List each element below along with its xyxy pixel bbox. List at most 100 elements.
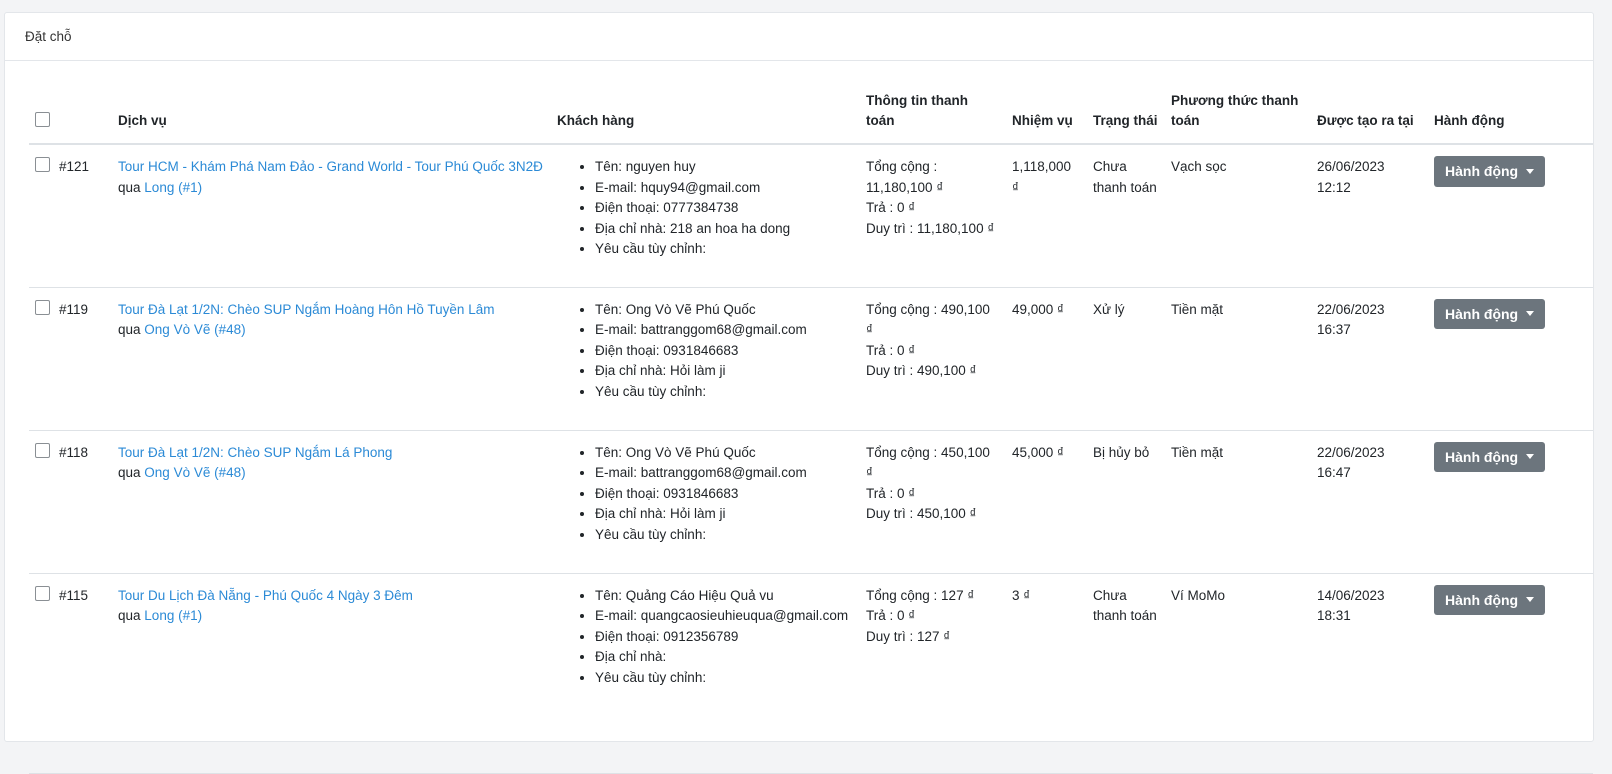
commission-value: 45,000 ₫ — [1006, 430, 1087, 574]
payment-total: Tổng cộng : 450,100 ₫ — [866, 444, 990, 481]
customer-name: Tên: Ong Vò Vẽ Phú Quốc — [595, 443, 854, 464]
via-prefix: qua — [118, 608, 141, 623]
service-link[interactable]: Tour Đà Lạt 1/2N: Chèo SUP Ngắm Lá Phong — [118, 445, 392, 460]
caret-down-icon — [1526, 597, 1535, 603]
col-customer: Khách hàng — [551, 85, 860, 145]
created-date: 22/06/2023 — [1317, 301, 1385, 317]
payment-paid: Trả : 0 ₫ — [866, 200, 916, 215]
row-checkbox[interactable] — [35, 442, 50, 458]
created-time: 16:37 — [1317, 322, 1351, 337]
created-date: 26/06/2023 — [1317, 159, 1385, 174]
commission-value: 1,118,000 ₫ — [1006, 144, 1087, 288]
bookings-table: Dịch vụ Khách hàng Thông tin thanh toán … — [29, 85, 1593, 774]
col-action: Hành động — [1428, 85, 1593, 145]
action-dropdown-button[interactable]: Hành động — [1434, 584, 1546, 615]
card-title: Đặt chỗ — [5, 13, 1593, 61]
action-dropdown-button[interactable]: Hành động — [1434, 298, 1546, 329]
customer-address: Địa chỉ nhà: Hỏi làm ji — [595, 504, 854, 525]
booking-id: #115 — [59, 587, 89, 603]
row-checkbox[interactable] — [35, 299, 50, 315]
row-checkbox[interactable] — [35, 585, 50, 601]
payment-total: Tổng cộng : 127 ₫ — [866, 587, 975, 603]
customer-custom-request: Yêu cầu tùy chỉnh: — [595, 525, 854, 546]
caret-down-icon — [1526, 168, 1535, 174]
customer-info-list: Tên: nguyen huy E-mail: hquy94@gmail.com… — [557, 157, 854, 260]
action-button-label: Hành động — [1445, 163, 1519, 179]
row-checkbox[interactable] — [35, 157, 50, 172]
table-row: #118 Tour Đà Lạt 1/2N: Chèo SUP Ngắm Lá … — [29, 430, 1593, 574]
customer-name: Tên: Ong Vò Vẽ Phú Quốc — [595, 300, 854, 321]
service-link[interactable]: Tour HCM - Khám Phá Nam Đảo - Grand Worl… — [118, 159, 543, 174]
customer-address: Địa chỉ nhà: 218 an hoa ha dong — [595, 219, 854, 240]
status-value: Chưa thanh toán — [1087, 573, 1165, 774]
customer-email: E-mail: hquy94@gmail.com — [595, 178, 854, 199]
customer-info-list: Tên: Ong Vò Vẽ Phú Quốc E-mail: battrang… — [557, 300, 854, 403]
payment-paid: Trả : 0 ₫ — [866, 342, 916, 358]
customer-address: Địa chỉ nhà: Hỏi làm ji — [595, 361, 854, 382]
vendor-link[interactable]: Ong Vò Vẽ (#48) — [144, 322, 245, 337]
bookings-card: Đặt chỗ Dịch vụ Khách hàng Thông tin tha… — [4, 12, 1594, 774]
payment-method-value: Tiền mặt — [1165, 430, 1311, 574]
payment-paid: Trả : 0 ₫ — [866, 485, 916, 501]
service-link[interactable]: Tour Đà Lạt 1/2N: Chèo SUP Ngắm Hoàng Hô… — [118, 302, 494, 317]
action-dropdown-button[interactable]: Hành động — [1434, 156, 1546, 187]
customer-custom-request: Yêu cầu tùy chỉnh: — [595, 668, 854, 689]
created-date: 14/06/2023 — [1317, 587, 1385, 603]
select-all-checkbox[interactable] — [35, 112, 50, 127]
status-value: Xử lý — [1087, 287, 1165, 431]
col-status: Trạng thái — [1087, 85, 1165, 145]
customer-name: Tên: nguyen huy — [595, 157, 854, 178]
table-row: #115 Tour Du Lịch Đà Nẵng - Phú Quốc 4 N… — [29, 573, 1593, 774]
table-row: #121 Tour HCM - Khám Phá Nam Đảo - Grand… — [29, 144, 1593, 288]
payment-method-value: Tiền mặt — [1165, 287, 1311, 431]
payment-total: Tổng cộng : 11,180,100 ₫ — [866, 159, 944, 195]
created-time: 18:31 — [1317, 608, 1351, 623]
customer-info-list: Tên: Quảng Cáo Hiệu Quả vu E-mail: quang… — [557, 586, 854, 689]
payment-remain: Duy trì : 11,180,100 ₫ — [866, 220, 995, 236]
action-dropdown-button[interactable]: Hành động — [1434, 441, 1546, 472]
customer-name: Tên: Quảng Cáo Hiệu Quả vu — [595, 586, 854, 607]
table-header-row: Dịch vụ Khách hàng Thông tin thanh toán … — [29, 85, 1593, 145]
vendor-link[interactable]: Ong Vò Vẽ (#48) — [144, 465, 245, 480]
payment-method-value: Ví MoMo — [1165, 573, 1311, 774]
action-button-label: Hành động — [1445, 305, 1519, 322]
select-all-cell — [29, 85, 112, 145]
payment-method-value: Vạch sọc — [1165, 144, 1311, 288]
payment-remain: Duy trì : 127 ₫ — [866, 628, 951, 644]
action-button-label: Hành động — [1445, 591, 1519, 608]
caret-down-icon — [1526, 454, 1535, 460]
booking-id: #118 — [59, 444, 89, 460]
col-service: Dịch vụ — [112, 85, 551, 145]
created-time: 16:47 — [1317, 465, 1351, 480]
col-commission: Nhiệm vụ — [1006, 85, 1087, 145]
booking-id: #121 — [59, 159, 90, 174]
commission-value: 3 ₫ — [1006, 573, 1087, 774]
via-prefix: qua — [118, 322, 141, 337]
customer-email: E-mail: battranggom68@gmail.com — [595, 320, 854, 341]
booking-id: #119 — [59, 301, 89, 317]
created-time: 12:12 — [1317, 179, 1351, 195]
customer-custom-request: Yêu cầu tùy chỉnh: — [595, 239, 854, 260]
via-prefix: qua — [118, 465, 141, 480]
customer-phone: Điện thoại: 0931846683 — [595, 341, 854, 362]
commission-value: 49,000 ₫ — [1006, 287, 1087, 431]
customer-email: E-mail: battranggom68@gmail.com — [595, 463, 854, 484]
col-payment-info: Thông tin thanh toán — [860, 85, 1006, 145]
customer-address: Địa chỉ nhà: — [595, 647, 854, 668]
vendor-link[interactable]: Long (#1) — [144, 180, 202, 195]
created-date: 22/06/2023 — [1317, 444, 1385, 460]
customer-phone: Điện thoại: 0931846683 — [595, 484, 854, 505]
customer-email: E-mail: quangcaosieuhieuqua@gmail.com — [595, 606, 854, 627]
col-payment-method: Phương thức thanh toán — [1165, 85, 1311, 145]
payment-total: Tổng cộng : 490,100 ₫ — [866, 301, 990, 338]
via-prefix: qua — [118, 179, 141, 195]
payment-paid: Trả : 0 ₫ — [866, 608, 916, 623]
customer-custom-request: Yêu cầu tùy chỉnh: — [595, 382, 854, 403]
vendor-link[interactable]: Long (#1) — [144, 608, 202, 623]
customer-phone: Điện thoại: 0912356789 — [595, 627, 854, 648]
service-link[interactable]: Tour Du Lịch Đà Nẵng - Phú Quốc 4 Ngày 3… — [118, 588, 413, 603]
customer-info-list: Tên: Ong Vò Vẽ Phú Quốc E-mail: battrang… — [557, 443, 854, 546]
payment-remain: Duy trì : 490,100 ₫ — [866, 363, 977, 378]
status-value: Chưa thanh toán — [1087, 144, 1165, 288]
status-value: Bị hủy bỏ — [1087, 430, 1165, 574]
